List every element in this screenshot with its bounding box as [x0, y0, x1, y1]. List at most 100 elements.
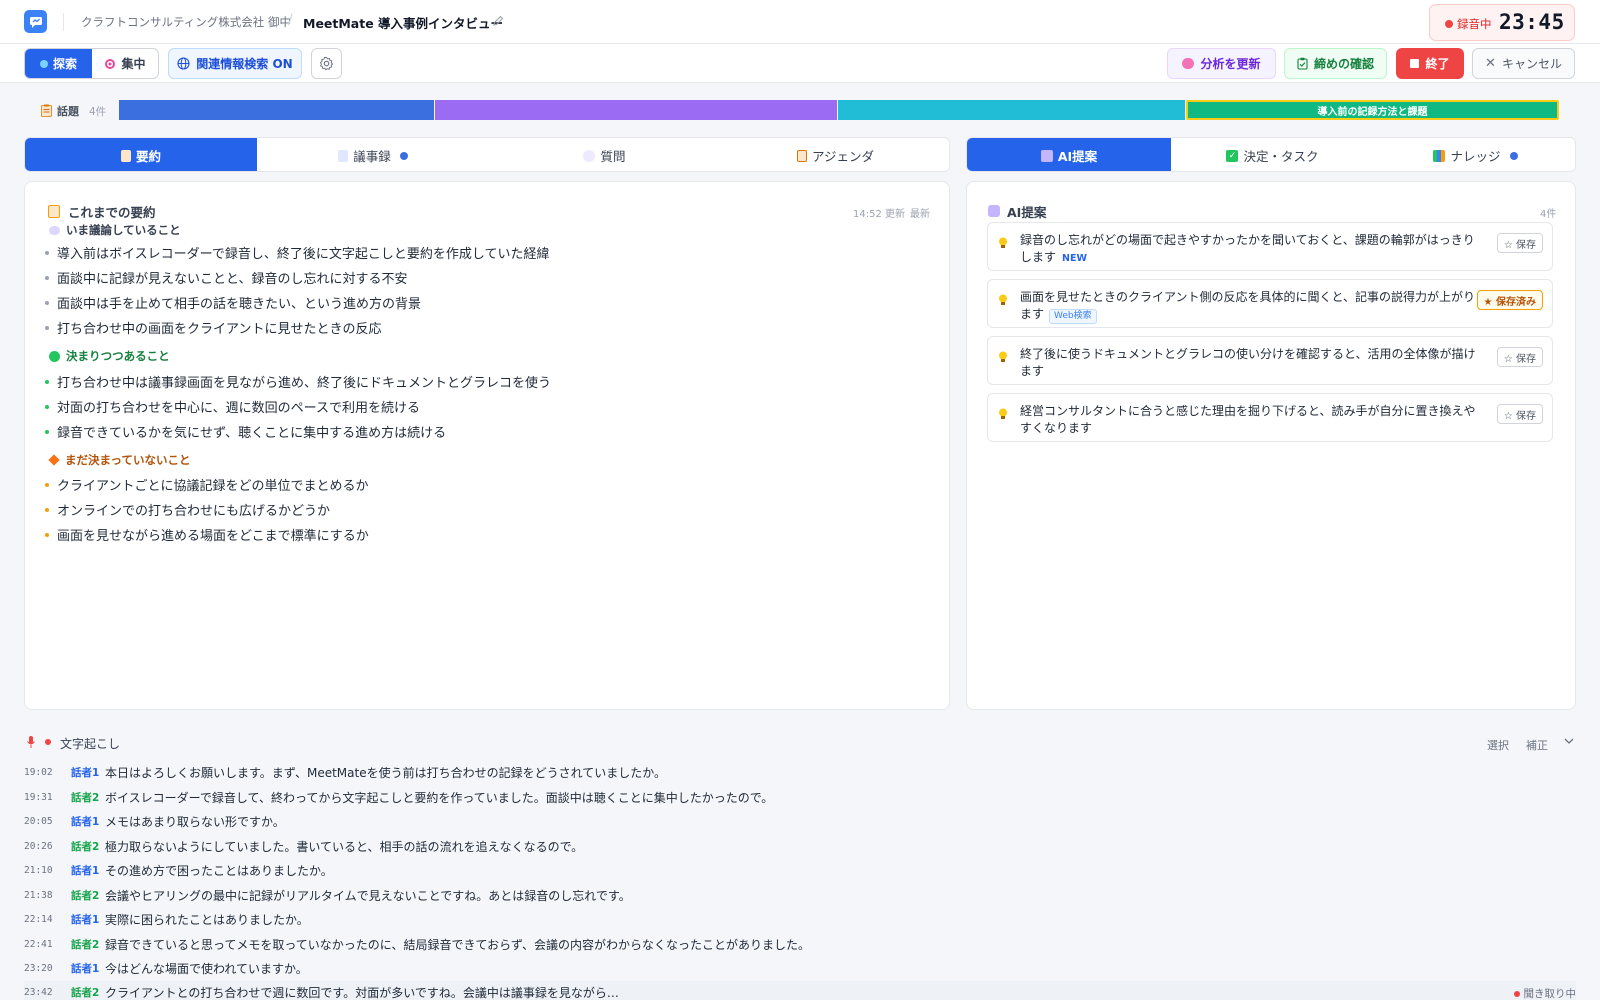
ai-suggestion-text: 画面を見せたときのクライアント側の反応を具体的に聞くと、記事の説得力が上がります…: [1020, 289, 1480, 324]
speaker-label: 話者1: [71, 815, 100, 828]
ai-suggestion-text: 経営コンサルタントに合うと感じた理由を掘り下げると、読み手が自分に置き換えやすく…: [1020, 404, 1476, 435]
discussing-heading-label: いま議論していること: [66, 223, 181, 237]
utterance-text: メモはあまり取らない形ですか。: [105, 814, 285, 829]
meeting-title[interactable]: MeetMate 導入事例インタビュー: [303, 13, 503, 32]
mode-focus-button[interactable]: 集中: [92, 49, 158, 78]
correct-button[interactable]: 補正: [1526, 737, 1548, 753]
list-item: 打ち合わせ中は議事録画面を見ながら進め、終了後にドキュメントとグラレコを使う: [45, 372, 551, 391]
unread-badge: [1509, 151, 1518, 160]
speech-bubble-icon: [49, 225, 60, 235]
tab-agenda[interactable]: アジェンダ: [720, 138, 949, 171]
pencil-icon[interactable]: [491, 14, 505, 28]
deciding-heading-label: 決まりつつあること: [66, 349, 170, 363]
list-item-text: 面談中は手を止めて相手の話を聴きたい、という進め方の背景: [57, 297, 422, 312]
settings-button[interactable]: [311, 48, 342, 79]
tab-decisions-tasks[interactable]: ✓ 決定・タスク: [1171, 138, 1374, 171]
lightbulb-icon: [999, 351, 1007, 362]
transcript-row-live[interactable]: 23:42 話者2 クライアントとの打ち合わせで週に数回です。対面が多いですね。…: [24, 981, 1576, 1000]
summary-title: これまでの要約: [68, 205, 156, 220]
web-search-badge: Web検索: [1049, 309, 1097, 324]
app-logo[interactable]: [24, 10, 47, 33]
topic-segment-active[interactable]: 導入前の記録方法と課題: [1186, 100, 1559, 120]
toolbar: 探索 集中 関連情報検索 ON 分析を更新 締めの確認 終了 ✕ キャンセル: [0, 44, 1600, 83]
tab-knowledge[interactable]: ナレッジ: [1374, 138, 1575, 171]
speaker-label: 話者1: [71, 766, 100, 779]
transcript-row[interactable]: 20:26 話者2 極力取らないようにしていました。書いていると、相手の話の流れ…: [24, 835, 1576, 857]
tab-summary[interactable]: 要約: [25, 138, 257, 171]
speaker-label: 話者1: [71, 962, 100, 975]
ai-count: 4件: [1540, 209, 1557, 220]
breadcrumb-company[interactable]: クラフトコンサルティング株式会社 御中: [81, 14, 291, 30]
transcript-row[interactable]: 21:10 話者1 その進め方で困ったことはありましたか。: [24, 859, 1576, 881]
list-item-text: 導入前はボイスレコーダーで録音し、終了後に文字起こしと要約を作成していた経緯: [57, 247, 550, 262]
tab-summary-label: 要約: [135, 149, 161, 164]
chevron-down-icon[interactable]: [1564, 737, 1574, 745]
transcript-row[interactable]: 22:14 話者1 実際に困られたことはありましたか。: [24, 908, 1576, 930]
list-item-text: 面談中に記録が見えないことと、録音のし忘れに対する不安: [57, 272, 408, 287]
summary-panel: これまでの要約 14:52 更新 最新 いま議論していること 導入前はボイスレコ…: [24, 181, 950, 710]
list-item-text: 打ち合わせ中の画面をクライアントに見せたときの反応: [57, 322, 382, 337]
speaker-label: 話者2: [71, 986, 100, 999]
utterance-text: 会議やヒアリングの最中に記録がリアルタイムで見えないことですね。あとは録音のし忘…: [105, 888, 631, 903]
tab-ai-suggestions[interactable]: AI提案: [967, 138, 1171, 171]
clipboard-icon: [41, 104, 52, 117]
list-item: クライアントごとに協議記録をどの単位でまとめるか: [45, 475, 368, 494]
breadcrumb-separator: /: [288, 12, 293, 28]
books-icon: [1433, 149, 1446, 162]
end-label: 終了: [1425, 57, 1450, 71]
saved-button[interactable]: ★ 保存済み: [1476, 290, 1543, 310]
save-button[interactable]: ☆ 保存: [1496, 347, 1543, 367]
list-item-text: 対面の打ち合わせを中心に、週に数回のペースで利用を続ける: [57, 401, 420, 416]
transcript-title: 文字起こし: [60, 737, 121, 751]
utterance-text: 極力取らないようにしていました。書いていると、相手の話の流れを追えなくなるので。: [105, 839, 584, 854]
ai-title: AI提案: [1007, 205, 1047, 220]
transcript-row[interactable]: 19:02 話者1 本日はよろしくお願いします。まず、MeetMateを使う前は…: [24, 761, 1576, 783]
topic-segment[interactable]: [119, 100, 434, 120]
globe-icon: [177, 57, 190, 70]
ai-suggestion-card[interactable]: 終了後に使うドキュメントとグラレコの使い分けを確認すると、活用の全体像が描けます…: [987, 336, 1553, 385]
timestamp: 22:14: [24, 913, 53, 925]
summary-updated: 14:52 更新: [853, 209, 905, 220]
utterance-text: 本日はよろしくお願いします。まず、MeetMateを使う前は打ち合わせの記録をど…: [105, 765, 666, 780]
transcript-row[interactable]: 19:31 話者2 ボイスレコーダーで録音して、終わってから文字起こしと要約を作…: [24, 786, 1576, 808]
utterance-text: 録音できていると思ってメモを取っていなかったのに、結局録音できておらず、会議の内…: [105, 937, 811, 952]
topic-segment[interactable]: [838, 100, 1185, 120]
utterance-text: クライアントとの打ち合わせで週に数回です。対面が多いですね。会議中は議事録を見な…: [105, 985, 619, 1000]
tab-minutes[interactable]: 議事録: [257, 138, 489, 171]
topic-segment[interactable]: [435, 100, 837, 120]
memo-icon: [120, 149, 131, 162]
microphone-icon: [27, 736, 35, 748]
transcript-row[interactable]: 23:20 話者1 今はどんな場面で使われていますか。: [24, 957, 1576, 979]
ai-suggestion-card[interactable]: 画面を見せたときのクライアント側の反応を具体的に聞くと、記事の説得力が上がります…: [987, 279, 1553, 328]
mode-explore-button[interactable]: 探索: [25, 49, 92, 78]
explore-icon: [39, 59, 48, 68]
confirm-closing-button[interactable]: 締めの確認: [1284, 48, 1387, 79]
save-button[interactable]: ☆ 保存: [1496, 233, 1543, 253]
select-button[interactable]: 選択: [1487, 737, 1509, 753]
checkbox-icon: ✓: [1226, 149, 1239, 162]
end-button[interactable]: 終了: [1396, 48, 1464, 79]
tab-decisions-tasks-label: 決定・タスク: [1243, 149, 1319, 164]
list-item-text: 画面を見せながら進める場面をどこまで標準にするか: [57, 529, 369, 544]
confirm-closing-label: 締めの確認: [1313, 57, 1374, 71]
save-button[interactable]: ☆ 保存: [1496, 404, 1543, 424]
timestamp: 20:26: [24, 840, 53, 852]
list-item-text: 録音できているかを気にせず、聴くことに集中する進め方は続ける: [57, 426, 447, 441]
cancel-button[interactable]: ✕ キャンセル: [1472, 48, 1575, 79]
gear-icon: [319, 56, 334, 71]
clipboard-icon: [796, 149, 807, 162]
update-analysis-button[interactable]: 分析を更新: [1167, 48, 1276, 79]
utterance-text: 今はどんな場面で使われていますか。: [105, 961, 308, 976]
live-dot-icon: [45, 739, 51, 745]
timestamp: 21:10: [24, 864, 53, 876]
list-item: 面談中は手を止めて相手の話を聴きたい、という進め方の背景: [45, 293, 421, 312]
transcript-row[interactable]: 22:41 話者2 録音できていると思ってメモを取っていなかったのに、結局録音で…: [24, 933, 1576, 955]
transcript-row[interactable]: 21:38 話者2 会議やヒアリングの最中に記録がリアルタイムで見えないことです…: [24, 884, 1576, 906]
ai-suggestion-card[interactable]: 経営コンサルタントに合うと感じた理由を掘り下げると、読み手が自分に置き換えやすく…: [987, 393, 1553, 442]
related-search-toggle[interactable]: 関連情報検索 ON: [168, 48, 302, 79]
transcript-row[interactable]: 20:05 話者1 メモはあまり取らない形ですか。: [24, 810, 1576, 832]
ai-suggestion-card[interactable]: 録音のし忘れがどの場面で起きやすかったかを聞いておくと、課題の輪郭がはっきりしま…: [987, 222, 1553, 271]
tab-questions[interactable]: 質問: [489, 138, 720, 171]
breadcrumb-divider: [63, 13, 64, 31]
list-item: 録音できているかを気にせず、聴くことに集中する進め方は続ける: [45, 422, 446, 441]
